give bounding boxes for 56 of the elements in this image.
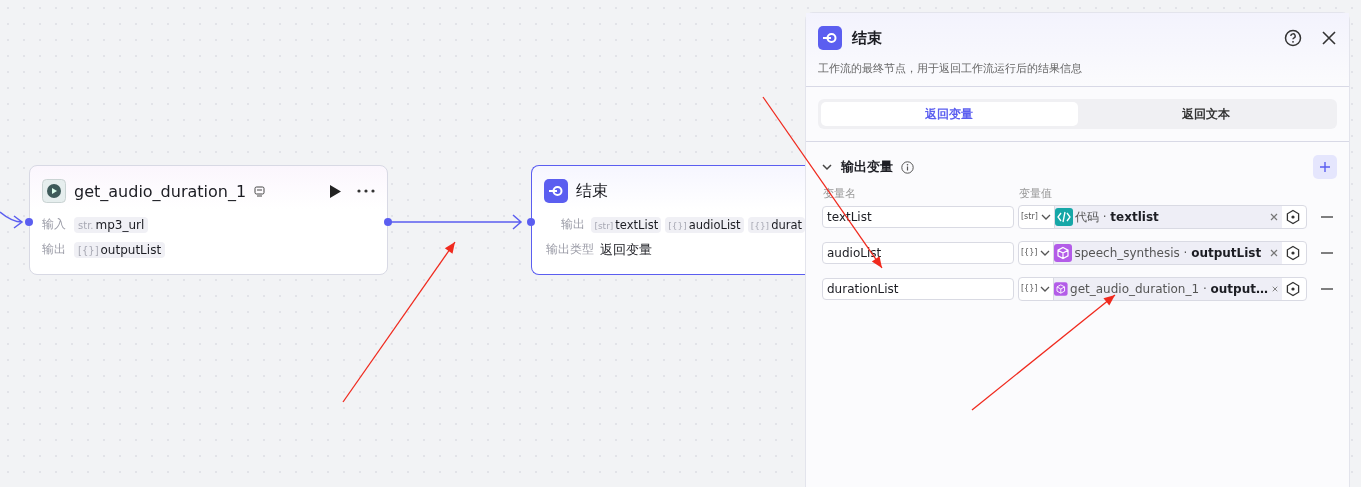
clear-icon[interactable] xyxy=(1270,213,1278,221)
cube-icon xyxy=(1054,280,1068,298)
port-dot[interactable] xyxy=(384,218,392,226)
port-dot[interactable] xyxy=(25,218,33,226)
type-label: [{}] xyxy=(1021,283,1038,295)
help-icon[interactable] xyxy=(1284,29,1302,47)
value-selector[interactable]: [{}] speech_synthesis · outputList xyxy=(1018,241,1307,265)
reference-text: speech_synthesis · outputList xyxy=(1074,246,1262,260)
caret-icon[interactable] xyxy=(1040,284,1051,294)
variable-chip: [{}] durat xyxy=(747,216,805,233)
plus-icon xyxy=(1319,161,1331,173)
input-field[interactable]: durationList xyxy=(822,278,1014,300)
tab[interactable]: 返回变量 xyxy=(821,102,1078,126)
panel-description: 工作流的最终节点，用于返回工作流运行后的结果信息 xyxy=(818,61,1083,76)
port-dot[interactable] xyxy=(527,218,535,226)
badge-icon xyxy=(254,185,266,197)
reference-text: 代码 · textlist xyxy=(1074,208,1159,226)
add-button[interactable] xyxy=(1313,155,1337,179)
output-type-value: 返回变量 xyxy=(600,240,652,259)
field-label: 输入 xyxy=(42,216,67,233)
value-selector[interactable]: [str] 代码 · textlist xyxy=(1018,205,1307,229)
field-label: 输出 xyxy=(42,241,67,258)
clear-icon[interactable] xyxy=(1270,249,1278,257)
variable-picker-icon[interactable] xyxy=(1285,245,1301,261)
close-icon[interactable] xyxy=(1322,31,1336,45)
variable-chip: [{}] audioList xyxy=(665,216,744,233)
field-label: 输出 xyxy=(560,216,586,233)
clear-icon[interactable] xyxy=(1271,285,1278,293)
run-icon[interactable] xyxy=(329,184,341,198)
type-label: [str] xyxy=(1021,211,1038,223)
end-node-icon xyxy=(818,26,842,50)
node-title: 结束 xyxy=(576,180,608,202)
connector-arrow xyxy=(0,211,23,229)
variable-chip: str. mp3_url xyxy=(74,216,149,233)
code-icon xyxy=(1054,208,1073,226)
column-header: 变量值 xyxy=(1019,186,1052,201)
tab[interactable]: 返回文本 xyxy=(1077,102,1334,126)
field-label: 输出类型 xyxy=(545,241,594,258)
end-node-icon xyxy=(544,179,568,203)
caret-icon[interactable] xyxy=(1040,212,1051,222)
node-logo-icon xyxy=(42,179,66,203)
section-title: 输出变量 xyxy=(841,158,893,176)
node-title: get_audio_duration_1 xyxy=(74,181,247,201)
more-icon[interactable] xyxy=(357,189,375,193)
value-selector[interactable]: [{}] get_audio_duration_1 · output… xyxy=(1018,277,1307,301)
variable-chip: [str] textList xyxy=(591,216,662,233)
variable-chip: [{}] outputList xyxy=(74,241,166,258)
info-icon[interactable] xyxy=(901,160,914,174)
variable-picker-icon[interactable] xyxy=(1285,209,1301,225)
chevron-icon[interactable] xyxy=(821,161,833,173)
caret-icon[interactable] xyxy=(1040,248,1051,258)
variable-picker-icon[interactable] xyxy=(1285,281,1301,297)
panel-title: 结束 xyxy=(852,28,882,48)
type-label: [{}] xyxy=(1021,247,1038,259)
cube-icon xyxy=(1054,244,1073,262)
reference-text: get_audio_duration_1 · output… xyxy=(1070,282,1268,296)
